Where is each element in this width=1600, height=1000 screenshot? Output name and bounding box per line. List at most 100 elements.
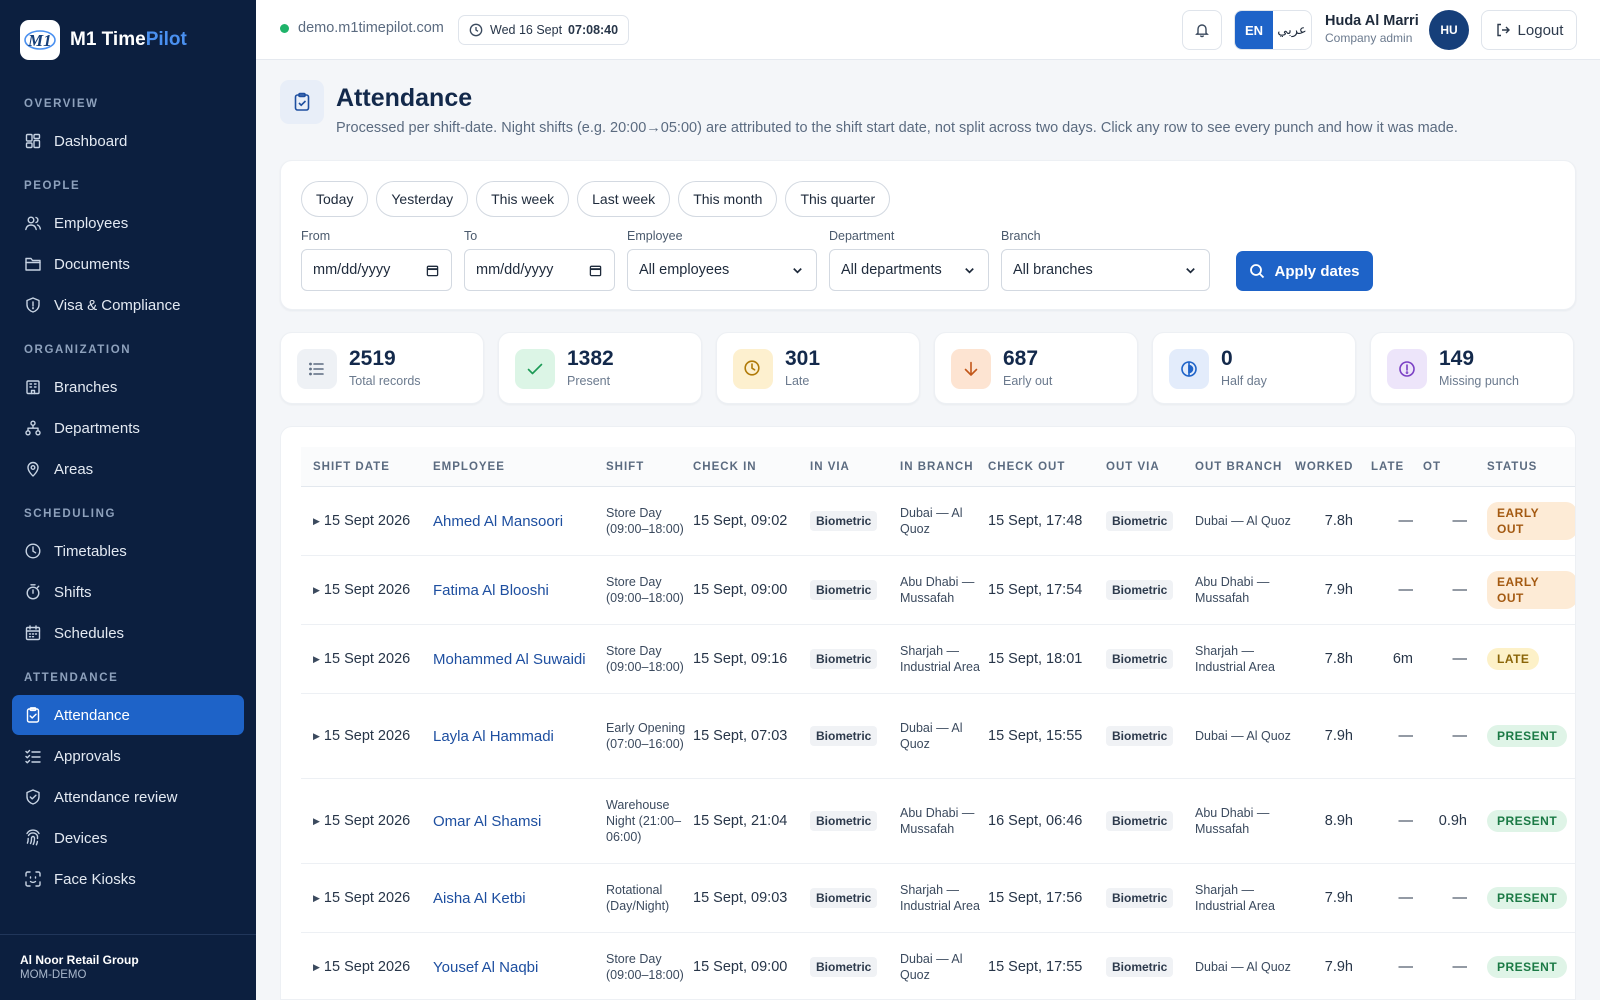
table-row[interactable]: ▶ 15 Sept 2026 Aisha Al Ketbi Rotational (D… bbox=[301, 864, 1575, 933]
dashboard-icon bbox=[25, 133, 41, 149]
sidebar-item-visa-and-compliance[interactable]: Visa & Compliance bbox=[12, 285, 244, 325]
sidebar-item-shifts[interactable]: Shifts bbox=[12, 572, 244, 612]
employee-link[interactable]: Ahmed Al Mansoori bbox=[433, 513, 563, 530]
cell-late: — bbox=[1398, 582, 1414, 598]
branch-select[interactable]: All branches bbox=[1001, 249, 1210, 291]
sidebar-item-timetables[interactable]: Timetables bbox=[12, 531, 244, 571]
column-header-out-via[interactable]: OUT VIA bbox=[1106, 447, 1160, 487]
cell-shift-date[interactable]: ▶ 15 Sept 2026 bbox=[313, 556, 431, 624]
chip-this-month[interactable]: This month bbox=[678, 181, 778, 217]
column-header-ot[interactable]: OT bbox=[1423, 447, 1441, 487]
stat-card-present[interactable]: 1382 Present bbox=[498, 332, 702, 404]
avatar[interactable]: HU bbox=[1429, 10, 1469, 50]
column-header-in-branch[interactable]: IN BRANCH bbox=[900, 447, 974, 487]
sidebar-item-schedules[interactable]: Schedules bbox=[12, 613, 244, 653]
sidebar-item-areas[interactable]: Areas bbox=[12, 449, 244, 489]
sidebar-item-face-kiosks[interactable]: Face Kiosks bbox=[12, 859, 244, 899]
column-header-check-in[interactable]: CHECK IN bbox=[693, 447, 757, 487]
cell-shift-date[interactable]: ▶ 15 Sept 2026 bbox=[313, 779, 431, 863]
chip-today[interactable]: Today bbox=[301, 181, 369, 217]
cell-out-branch: Sharjah — Industrial Area bbox=[1195, 883, 1275, 913]
employee-link[interactable]: Layla Al Hammadi bbox=[433, 728, 554, 745]
expand-caret-icon[interactable]: ▶ bbox=[313, 893, 320, 904]
notifications-button[interactable] bbox=[1182, 10, 1222, 50]
employee-link[interactable]: Aisha Al Ketbi bbox=[433, 890, 526, 907]
column-header-employee[interactable]: EMPLOYEE bbox=[433, 447, 505, 487]
cell-shift-date[interactable]: ▶ 15 Sept 2026 bbox=[313, 625, 431, 693]
sidebar-item-branches[interactable]: Branches bbox=[12, 367, 244, 407]
employee-link[interactable]: Omar Al Shamsi bbox=[433, 813, 541, 830]
column-header-check-out[interactable]: CHECK OUT bbox=[988, 447, 1065, 487]
from-date-input[interactable]: mm/dd/yyyy bbox=[301, 249, 452, 291]
cell-status: PRESENT bbox=[1487, 864, 1575, 932]
brand[interactable]: M1 M1 TimePilot bbox=[0, 0, 256, 80]
stat-card-total-records[interactable]: 2519 Total records bbox=[280, 332, 484, 404]
user-info[interactable]: Huda Al Marri Company admin bbox=[1325, 13, 1419, 45]
sidebar-item-label: Attendance bbox=[54, 706, 130, 724]
column-header-shift[interactable]: SHIFT bbox=[606, 447, 644, 487]
cell-out-branch: Sharjah — Industrial Area bbox=[1195, 644, 1275, 674]
table-row[interactable]: ▶ 15 Sept 2026 Mohammed Al Suwaidi Store Da… bbox=[301, 625, 1575, 694]
expand-caret-icon[interactable]: ▶ bbox=[313, 585, 320, 596]
apply-dates-button[interactable]: Apply dates bbox=[1236, 251, 1373, 291]
table-row[interactable]: ▶ 15 Sept 2026 Layla Al Hammadi Early Openi… bbox=[301, 694, 1575, 779]
expand-caret-icon[interactable]: ▶ bbox=[313, 816, 320, 827]
calendar-icon[interactable] bbox=[426, 264, 439, 277]
stat-card-late[interactable]: 301 Late bbox=[716, 332, 920, 404]
sidebar-item-label: Employees bbox=[54, 214, 129, 232]
column-header-shift-date[interactable]: SHIFT DATE bbox=[313, 447, 390, 487]
table-row[interactable]: ▶ 15 Sept 2026 Ahmed Al Mansoori Store Day … bbox=[301, 487, 1575, 556]
table-row[interactable]: ▶ 15 Sept 2026 Omar Al Shamsi Warehouse Nig… bbox=[301, 779, 1575, 864]
cell-in-branch: Dubai — Al Quoz bbox=[900, 506, 963, 536]
table-row[interactable]: ▶ 15 Sept 2026 Yousef Al Naqbi Store Day (0… bbox=[301, 933, 1575, 999]
cell-worked: 7.8h bbox=[1324, 513, 1353, 529]
cell-employee: Ahmed Al Mansoori bbox=[433, 487, 603, 555]
chip-last-week[interactable]: Last week bbox=[577, 181, 671, 217]
department-select[interactable]: All departments bbox=[829, 249, 989, 291]
sidebar-item-devices[interactable]: Devices bbox=[12, 818, 244, 858]
sidebar-item-departments[interactable]: Departments bbox=[12, 408, 244, 448]
to-date-input[interactable]: mm/dd/yyyy bbox=[464, 249, 615, 291]
calendar-icon bbox=[25, 625, 41, 641]
column-header-late[interactable]: LATE bbox=[1371, 447, 1404, 487]
column-header-status[interactable]: STATUS bbox=[1487, 447, 1537, 487]
sidebar-item-attendance-review[interactable]: Attendance review bbox=[12, 777, 244, 817]
column-header-in-via[interactable]: IN VIA bbox=[810, 447, 850, 487]
employee-select[interactable]: All employees bbox=[627, 249, 817, 291]
stat-card-early-out[interactable]: 687 Early out bbox=[934, 332, 1138, 404]
column-header-worked[interactable]: WORKED bbox=[1295, 447, 1353, 487]
punch-method-badge: Biometric bbox=[810, 511, 878, 531]
cell-shift-date[interactable]: ▶ 15 Sept 2026 bbox=[313, 933, 431, 999]
lang-en-button[interactable]: EN bbox=[1235, 11, 1273, 49]
cell-shift-date[interactable]: ▶ 15 Sept 2026 bbox=[313, 487, 431, 555]
employee-link[interactable]: Fatima Al Blooshi bbox=[433, 582, 549, 599]
chip-yesterday[interactable]: Yesterday bbox=[376, 181, 469, 217]
cell-shift-date[interactable]: ▶ 15 Sept 2026 bbox=[313, 694, 431, 778]
employee-link[interactable]: Mohammed Al Suwaidi bbox=[433, 651, 586, 668]
status-badge: EARLY OUT bbox=[1487, 502, 1575, 540]
sidebar-item-approvals[interactable]: Approvals bbox=[12, 736, 244, 776]
cell-shift-date[interactable]: ▶ 15 Sept 2026 bbox=[313, 864, 431, 932]
shift-date-text: 15 Sept 2026 bbox=[323, 813, 411, 829]
expand-caret-icon[interactable]: ▶ bbox=[313, 731, 320, 742]
logout-button[interactable]: Logout bbox=[1481, 10, 1577, 50]
sidebar-item-dashboard[interactable]: Dashboard bbox=[12, 121, 244, 161]
org-switcher[interactable]: Al Noor Retail Group MOM-DEMO bbox=[0, 934, 256, 1000]
chip-this-quarter[interactable]: This quarter bbox=[785, 181, 891, 217]
expand-caret-icon[interactable]: ▶ bbox=[313, 654, 320, 665]
sidebar-item-attendance[interactable]: Attendance bbox=[12, 695, 244, 735]
expand-caret-icon[interactable]: ▶ bbox=[313, 962, 320, 973]
stat-card-half-day[interactable]: 0 Half day bbox=[1152, 332, 1356, 404]
sidebar-item-documents[interactable]: Documents bbox=[12, 244, 244, 284]
cell-out-branch: Abu Dhabi — Mussafah bbox=[1195, 575, 1270, 605]
sidebar-item-employees[interactable]: Employees bbox=[12, 203, 244, 243]
calendar-icon[interactable] bbox=[589, 264, 602, 277]
column-header-out-branch[interactable]: OUT BRANCH bbox=[1195, 447, 1282, 487]
stat-card-missing-punch[interactable]: 149 Missing punch bbox=[1370, 332, 1574, 404]
lang-ar-button[interactable]: عربي bbox=[1273, 11, 1311, 49]
table-row[interactable]: ▶ 15 Sept 2026 Fatima Al Blooshi Store Day … bbox=[301, 556, 1575, 625]
employee-link[interactable]: Yousef Al Naqbi bbox=[433, 959, 538, 976]
to-date-placeholder: mm/dd/yyyy bbox=[476, 262, 554, 278]
expand-caret-icon[interactable]: ▶ bbox=[313, 516, 320, 527]
chip-this-week[interactable]: This week bbox=[476, 181, 570, 217]
